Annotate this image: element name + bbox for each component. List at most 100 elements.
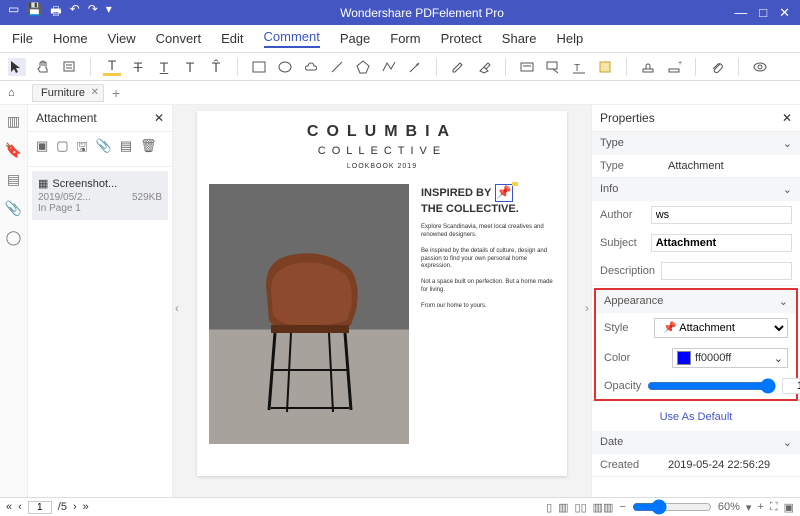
hand-icon[interactable]	[34, 58, 52, 76]
next-page-icon[interactable]: ›	[585, 301, 589, 315]
doc-brand: COLUMBIA	[209, 123, 555, 141]
menu-home[interactable]: Home	[53, 31, 88, 46]
custom-stamp-icon[interactable]: +	[665, 58, 683, 76]
pencil-icon[interactable]	[449, 58, 467, 76]
maximize-icon[interactable]: □	[759, 5, 767, 21]
next-page-btn-icon[interactable]: ›	[73, 501, 77, 513]
continuous-two-icon[interactable]: ▥▥	[593, 501, 614, 514]
opacity-input[interactable]	[782, 378, 800, 394]
document-tab[interactable]: Furniture ✕	[32, 84, 104, 102]
note-icon[interactable]	[60, 58, 78, 76]
fit-page-icon[interactable]: ▣	[784, 501, 794, 514]
created-value: 2019-05-24 22:56:29	[668, 459, 792, 471]
eraser-icon[interactable]	[475, 58, 493, 76]
style-select[interactable]: 📌 Attachment	[654, 318, 788, 338]
date-section-header[interactable]: Date⌄	[592, 431, 800, 454]
new-tab-icon[interactable]: +	[112, 85, 120, 101]
undo-icon[interactable]: ↶	[70, 2, 80, 23]
type-section-header[interactable]: Type⌄	[592, 132, 800, 155]
subject-input[interactable]	[651, 234, 792, 252]
attachment-icon[interactable]	[708, 58, 726, 76]
first-page-icon[interactable]: «	[6, 501, 12, 513]
use-as-default-button[interactable]: Use As Default	[592, 403, 800, 431]
single-page-icon[interactable]: ▯	[546, 501, 552, 514]
fit-width-icon[interactable]: ⛶	[770, 501, 778, 514]
two-page-icon[interactable]: ▯▯	[575, 501, 587, 514]
textbox-icon[interactable]	[518, 58, 536, 76]
squiggly-icon[interactable]: T	[181, 58, 199, 76]
description-icon[interactable]: ▤	[120, 138, 132, 160]
hide-comments-icon[interactable]	[751, 58, 769, 76]
color-select[interactable]: ff0000ff ⌄	[672, 348, 788, 368]
highlight-icon[interactable]: T	[103, 58, 121, 76]
panel-close-icon[interactable]: ✕	[154, 111, 164, 125]
page-input[interactable]	[28, 501, 52, 514]
callout-icon[interactable]	[544, 58, 562, 76]
doc-p4: From our home to yours.	[421, 303, 555, 311]
zoom-value: 60%	[718, 501, 740, 513]
menu-view[interactable]: View	[108, 31, 136, 46]
zoom-dropdown-icon[interactable]: ▾	[746, 501, 752, 514]
redo-icon[interactable]: ↷	[88, 2, 98, 23]
close-icon[interactable]: ✕	[779, 5, 790, 21]
file-name: Screenshot...	[52, 178, 117, 190]
search-icon[interactable]: ◯	[6, 229, 22, 246]
link-attachment-icon[interactable]: 📎	[96, 138, 112, 160]
author-input[interactable]	[651, 206, 792, 224]
save-attachment-icon[interactable]: 🖫	[77, 138, 88, 160]
menu-convert[interactable]: Convert	[156, 31, 202, 46]
line-icon[interactable]	[328, 58, 346, 76]
cloud-icon[interactable]	[302, 58, 320, 76]
home-icon[interactable]: ⌂	[8, 87, 15, 99]
select-icon[interactable]	[8, 58, 26, 76]
area-highlight-icon[interactable]	[596, 58, 614, 76]
stamp-icon[interactable]	[639, 58, 657, 76]
comments-icon[interactable]: ▤	[7, 171, 20, 188]
properties-title: Properties	[600, 111, 655, 125]
arrow-icon[interactable]	[406, 58, 424, 76]
caret-icon[interactable]: T̂	[207, 58, 225, 76]
attachment-pin-icon[interactable]: 📌	[495, 184, 513, 202]
menu-share[interactable]: Share	[502, 31, 537, 46]
typewriter-icon[interactable]: T	[570, 58, 588, 76]
menu-protect[interactable]: Protect	[441, 31, 482, 46]
zoom-in-icon[interactable]: +	[757, 501, 763, 513]
info-section-header[interactable]: Info⌄	[592, 178, 800, 201]
opacity-label: Opacity	[604, 380, 641, 392]
delete-attachment-icon[interactable]: 🗑	[140, 138, 157, 160]
underline-icon[interactable]: T	[155, 58, 173, 76]
zoom-slider[interactable]	[632, 499, 712, 515]
properties-close-icon[interactable]: ✕	[782, 111, 792, 125]
attachment-item[interactable]: ▦Screenshot... 2019/05/2...529KB In Page…	[32, 171, 168, 220]
menu-page[interactable]: Page	[340, 31, 370, 46]
continuous-icon[interactable]: ▥	[558, 501, 568, 514]
opacity-slider[interactable]	[647, 378, 776, 394]
tab-close-icon[interactable]: ✕	[91, 87, 99, 98]
oval-icon[interactable]	[276, 58, 294, 76]
open-attachment-icon[interactable]: ▢	[56, 138, 68, 160]
menu-help[interactable]: Help	[557, 31, 584, 46]
dropdown-icon[interactable]: ▾	[106, 2, 112, 23]
menu-edit[interactable]: Edit	[221, 31, 243, 46]
polyline-icon[interactable]	[380, 58, 398, 76]
document-view[interactable]: ‹ COLUMBIA COLLECTIVE LOOKBOOK 2019	[173, 105, 591, 497]
last-page-icon[interactable]: »	[83, 501, 89, 513]
polygon-icon[interactable]	[354, 58, 372, 76]
menu-comment[interactable]: Comment	[264, 29, 320, 48]
thumbnails-icon[interactable]: ▥	[7, 113, 20, 130]
bookmarks-icon[interactable]: 🔖	[5, 142, 22, 159]
description-input[interactable]	[661, 262, 792, 280]
zoom-out-icon[interactable]: −	[619, 501, 625, 513]
rect-icon[interactable]	[250, 58, 268, 76]
appearance-section-header[interactable]: Appearance⌄	[596, 290, 796, 313]
prev-page-btn-icon[interactable]: ‹	[18, 501, 22, 513]
print-icon[interactable]: 🖶	[50, 2, 61, 23]
prev-page-icon[interactable]: ‹	[175, 301, 179, 315]
save-icon[interactable]: 💾	[27, 2, 42, 23]
minimize-icon[interactable]: —	[734, 5, 747, 21]
add-attachment-icon[interactable]: ▣	[36, 138, 48, 160]
menu-file[interactable]: File	[12, 31, 33, 46]
attachments-icon[interactable]: 📎	[5, 200, 22, 217]
strikeout-icon[interactable]: T	[129, 58, 147, 76]
menu-form[interactable]: Form	[390, 31, 420, 46]
